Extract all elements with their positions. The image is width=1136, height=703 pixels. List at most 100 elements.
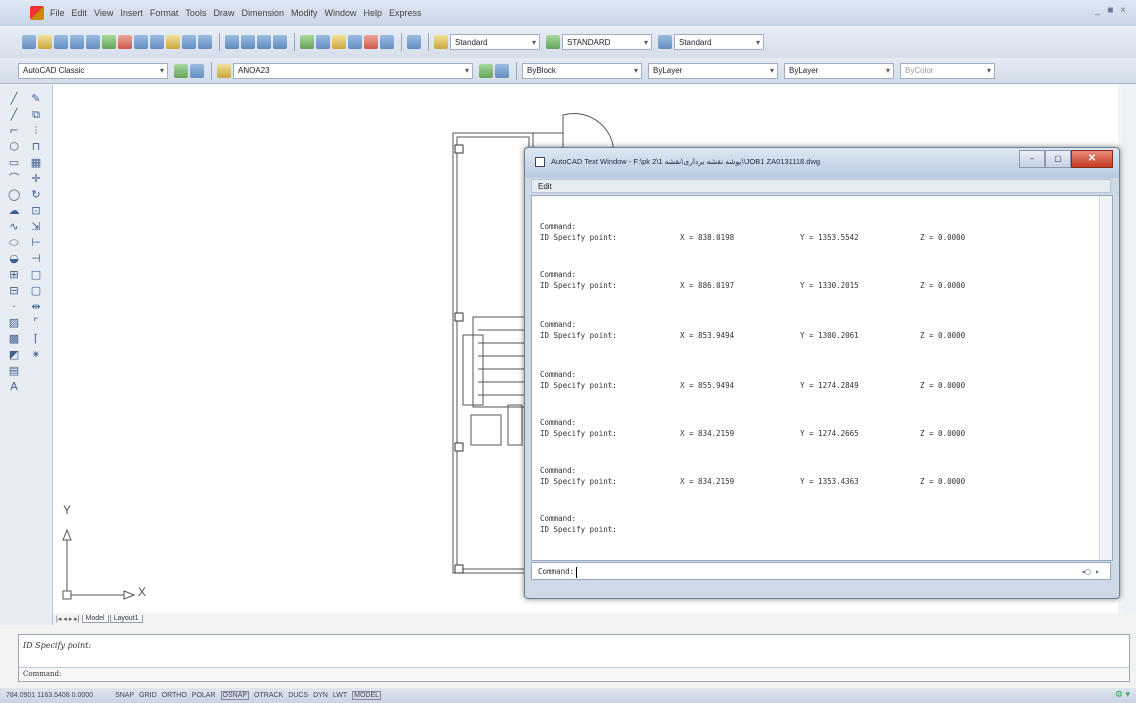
menu-insert[interactable]: Insert (120, 8, 143, 18)
sheet-set-icon[interactable] (348, 35, 362, 49)
zoom-window-icon[interactable] (257, 35, 271, 49)
layer-previous-icon[interactable] (495, 63, 509, 78)
status-tray-icon[interactable]: ⚙ ▾ (1115, 689, 1130, 700)
construction-line-icon[interactable]: ╱ (8, 109, 20, 121)
cut-icon[interactable] (118, 35, 132, 49)
scale-icon[interactable]: ⊡ (30, 205, 42, 217)
polyline-icon[interactable]: ⌐ (8, 125, 20, 137)
multiline-text-icon[interactable]: A (8, 381, 20, 393)
join-icon[interactable]: ⇹ (30, 301, 42, 313)
input-scroll-icon[interactable]: ◂▢ ▸ (1081, 563, 1100, 581)
copy-object-icon[interactable]: ⧉ (30, 109, 42, 121)
trim-icon[interactable]: ⊢ (30, 237, 42, 249)
region-icon[interactable]: ◩ (8, 349, 20, 361)
menu-dimension[interactable]: Dimension (241, 8, 284, 18)
help-icon[interactable] (407, 35, 421, 49)
break-at-point-icon[interactable]: □ (30, 269, 42, 281)
open-icon[interactable] (38, 35, 52, 49)
tab-layout1[interactable]: Layout1 (109, 615, 143, 623)
revcloud-icon[interactable]: ☁ (8, 205, 20, 217)
color-dropdown[interactable]: ByBlock (522, 62, 642, 79)
layer-state-icon[interactable] (217, 63, 231, 78)
arc-icon[interactable]: ⌒ (8, 173, 20, 185)
command-line-window[interactable]: ID Specify point: Command: (18, 634, 1130, 682)
otrack-toggle[interactable]: OTRACK (254, 692, 283, 699)
menu-window[interactable]: Window (325, 8, 357, 18)
coordinate-readout[interactable]: 784.0901 1163.5408 0.0000 (6, 692, 93, 699)
dim-style-dropdown[interactable]: STANDARD (562, 34, 652, 50)
drawing-window-controls[interactable]: _ ■ × (1095, 5, 1128, 16)
new-icon[interactable] (22, 35, 36, 49)
close-button[interactable]: ✕ (1071, 150, 1113, 168)
snap-toggle[interactable]: SNAP (115, 692, 134, 699)
pan-icon[interactable] (225, 35, 239, 49)
properties-icon[interactable] (300, 35, 314, 49)
menu-draw[interactable]: Draw (213, 8, 234, 18)
match-properties-icon[interactable] (166, 35, 180, 49)
move-icon[interactable]: ✛ (30, 173, 42, 185)
markup-icon[interactable] (364, 35, 378, 49)
redo-icon[interactable] (198, 35, 212, 49)
erase-icon[interactable]: ✎ (30, 93, 42, 105)
fillet-icon[interactable]: ⌈ (30, 333, 42, 345)
ellipse-arc-icon[interactable]: ◒ (8, 253, 20, 265)
polar-toggle[interactable]: POLAR (192, 692, 216, 699)
text-window-history[interactable]: Command: ID Specify point: X = 838.0198 … (531, 195, 1113, 561)
menu-edit[interactable]: Edit (72, 8, 88, 18)
workspace-dropdown[interactable]: AutoCAD Classic (18, 62, 168, 79)
quickcalc-icon[interactable] (380, 35, 394, 49)
rotate-icon[interactable]: ↻ (30, 189, 42, 201)
menu-edit-textwin[interactable]: Edit (538, 182, 552, 191)
publish-icon[interactable] (102, 35, 116, 49)
tab-nav-arrows[interactable]: |◂ ◂ ▸ ▸| (56, 615, 80, 623)
layer-dropdown[interactable]: ANOA23 (233, 62, 473, 79)
zoom-previous-icon[interactable] (273, 35, 287, 49)
history-scrollbar[interactable] (1099, 196, 1112, 560)
insert-block-icon[interactable]: ⊞ (8, 269, 20, 281)
menu-view[interactable]: View (94, 8, 113, 18)
lwt-toggle[interactable]: LWT (333, 692, 347, 699)
autocad-logo-icon[interactable] (30, 6, 44, 20)
menu-tools[interactable]: Tools (185, 8, 206, 18)
circle-icon[interactable]: ◯ (8, 189, 20, 201)
offset-icon[interactable]: ⊓ (30, 141, 42, 153)
array-icon[interactable]: ▦ (30, 157, 42, 169)
plot-icon[interactable] (70, 35, 84, 49)
lineweight-dropdown[interactable]: ByLayer (784, 62, 894, 79)
menu-express[interactable]: Express (389, 8, 422, 18)
rectangle-icon[interactable]: ▭ (8, 157, 20, 169)
command-prompt[interactable]: Command: (19, 667, 1129, 680)
paste-icon[interactable] (150, 35, 164, 49)
model-toggle[interactable]: MODEL (352, 691, 382, 700)
menu-modify[interactable]: Modify (291, 8, 318, 18)
table-icon[interactable]: ▤ (8, 365, 20, 377)
save-icon[interactable] (54, 35, 68, 49)
ortho-toggle[interactable]: ORTHO (162, 692, 187, 699)
make-current-layer-icon[interactable] (479, 63, 493, 78)
menu-help[interactable]: Help (364, 8, 383, 18)
explode-icon[interactable]: ✴ (30, 349, 42, 361)
text-window-command-input[interactable]: Command: ◂▢ ▸ (531, 562, 1111, 580)
text-style-dropdown[interactable]: Standard (450, 34, 540, 50)
plotstyle-dropdown[interactable]: ByColor (900, 62, 995, 79)
point-icon[interactable]: · (8, 301, 20, 313)
linetype-dropdown[interactable]: ByLayer (648, 62, 778, 79)
design-center-icon[interactable] (316, 35, 330, 49)
ducs-toggle[interactable]: DUCS (288, 692, 308, 699)
text-window-titlebar[interactable]: AutoCAD Text Window - F:\pk 2\پوشه نقشه … (525, 148, 1119, 178)
maximize-button[interactable]: ▢ (1045, 150, 1071, 168)
plot-preview-icon[interactable] (86, 35, 100, 49)
osnap-toggle[interactable]: OSNAP (220, 691, 250, 700)
minimize-button[interactable]: – (1019, 150, 1045, 168)
stretch-icon[interactable]: ⇲ (30, 221, 42, 233)
menu-format[interactable]: Format (150, 8, 179, 18)
hatch-icon[interactable]: ▨ (8, 317, 20, 329)
break-icon[interactable]: ▢ (30, 285, 42, 297)
chamfer-icon[interactable]: ⌜ (30, 317, 42, 329)
tool-palettes-icon[interactable] (332, 35, 346, 49)
text-window[interactable]: AutoCAD Text Window - F:\pk 2\پوشه نقشه … (524, 147, 1120, 599)
mirror-icon[interactable]: ⫶ (30, 125, 42, 137)
workspace-settings-icon[interactable] (174, 63, 188, 78)
layer-manager-icon[interactable] (190, 63, 204, 78)
copy-icon[interactable] (134, 35, 148, 49)
